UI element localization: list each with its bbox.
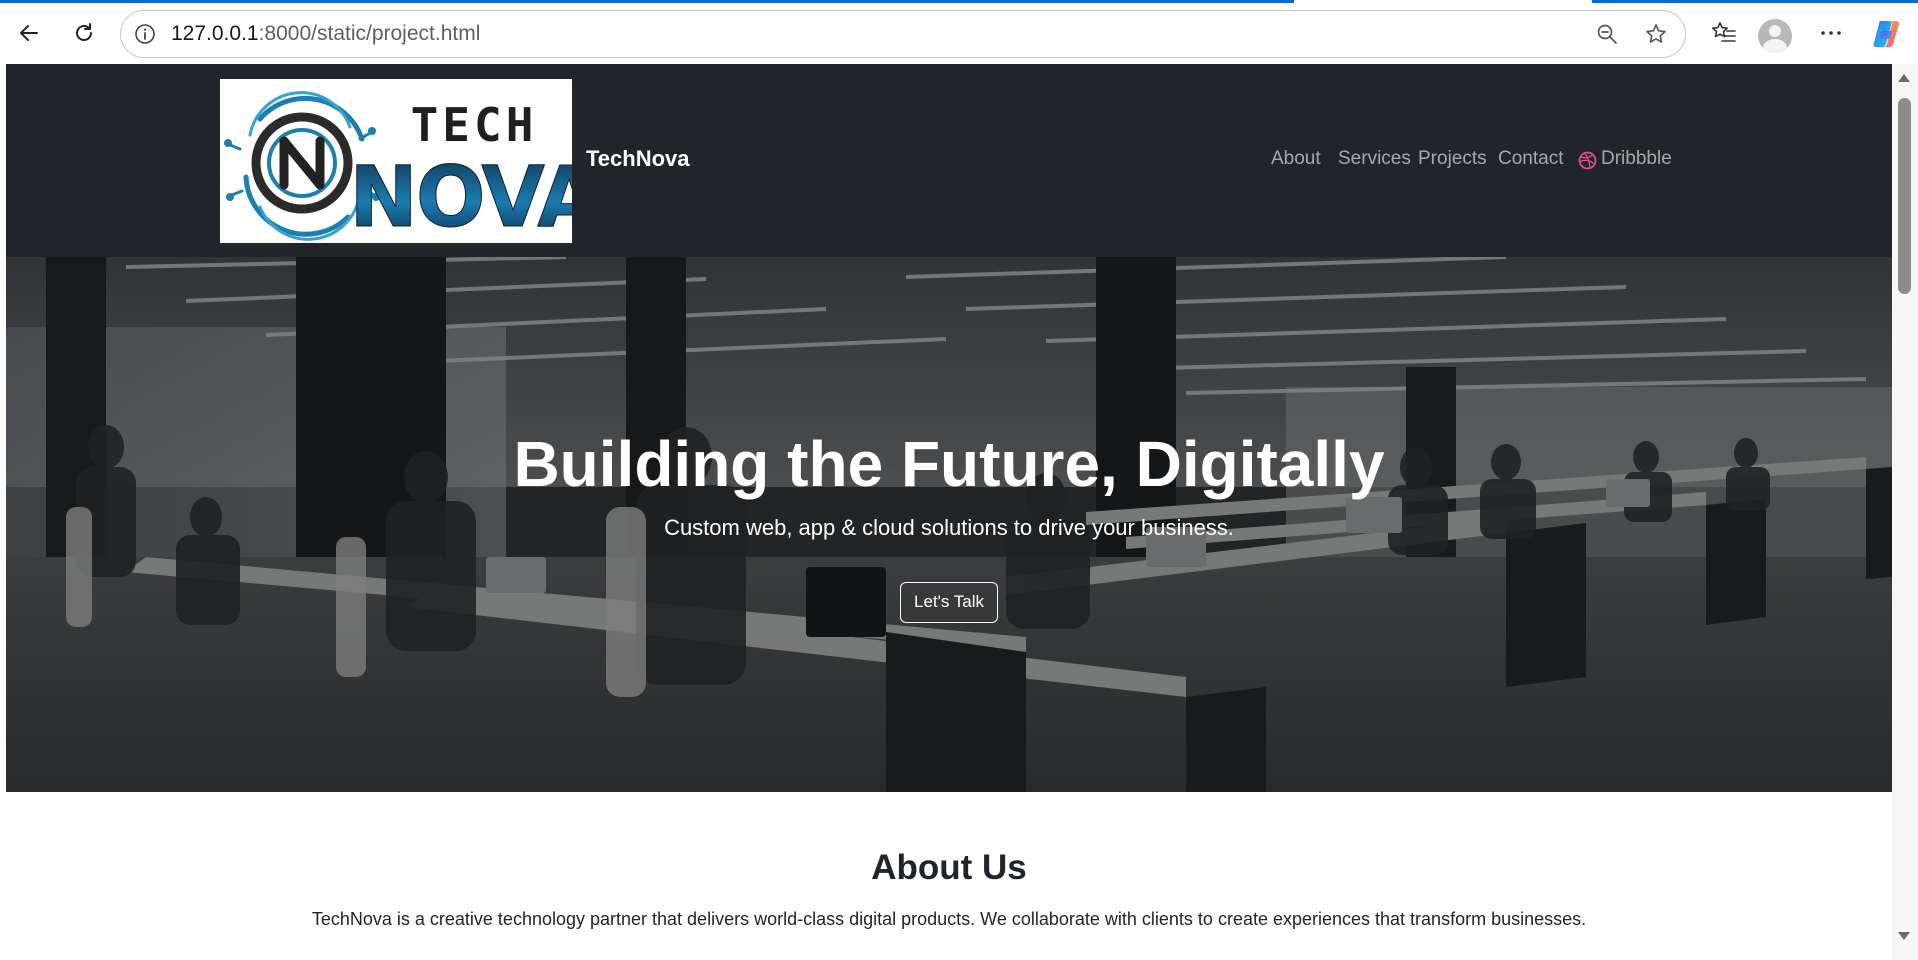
favorite-star-icon[interactable] xyxy=(1644,22,1668,46)
more-menu-button[interactable] xyxy=(1815,17,1847,49)
hero-section: Building the Future, Digitally Custom we… xyxy=(6,257,1892,792)
brand-name[interactable]: TechNova xyxy=(586,146,690,172)
copilot-icon[interactable] xyxy=(1870,17,1904,51)
browser-toolbar: 127.0.0.1:8000/static/project.html xyxy=(0,3,1918,63)
profile-avatar-icon[interactable] xyxy=(1758,19,1792,53)
scroll-down-arrow-icon[interactable] xyxy=(1894,928,1914,944)
nav-link-about[interactable]: About xyxy=(1271,148,1321,170)
favorites-list-icon xyxy=(1712,22,1736,42)
lets-talk-button[interactable]: Let's Talk xyxy=(900,582,998,623)
favorites-button[interactable] xyxy=(1708,17,1740,49)
dribbble-icon[interactable] xyxy=(1578,151,1597,170)
nav-link-projects[interactable]: Projects xyxy=(1418,148,1487,170)
url-path: :8000/static/project.html xyxy=(258,22,481,45)
about-description: TechNova is a creative technology partne… xyxy=(311,909,1587,929)
url-text[interactable]: 127.0.0.1:8000/static/project.html xyxy=(171,11,480,57)
site-navbar: TECH NOVA TechNova About Services Projec… xyxy=(6,64,1892,257)
scroll-up-arrow-icon[interactable] xyxy=(1894,70,1914,86)
logo-tech-text: TECH xyxy=(411,98,538,152)
about-heading: About Us xyxy=(871,848,1027,887)
logo-nova-text: NOVA xyxy=(349,148,572,243)
technova-logo[interactable]: TECH NOVA xyxy=(220,79,572,243)
address-bar[interactable]: 127.0.0.1:8000/static/project.html xyxy=(120,10,1686,58)
url-host: 127.0.0.1 xyxy=(171,22,259,45)
site-info-icon[interactable] xyxy=(133,22,157,46)
hero-subtitle: Custom web, app & cloud solutions to dri… xyxy=(664,515,1234,540)
back-button[interactable] xyxy=(11,15,47,51)
back-arrow-icon xyxy=(20,25,38,41)
zoom-out-icon[interactable] xyxy=(1595,22,1619,46)
reload-icon xyxy=(76,23,92,41)
reload-button[interactable] xyxy=(66,15,102,51)
nav-link-contact[interactable]: Contact xyxy=(1498,148,1563,170)
more-menu-icon xyxy=(1821,31,1841,35)
hero-title: Building the Future, Digitally xyxy=(513,428,1385,500)
technova-logo-graphic: TECH NOVA xyxy=(224,91,572,243)
page-viewport: TECH NOVA TechNova About Services Projec… xyxy=(6,64,1892,960)
nav-link-dribbble[interactable]: Dribbble xyxy=(1601,148,1672,170)
scrollbar-thumb[interactable] xyxy=(1898,98,1911,294)
nav-link-services[interactable]: Services xyxy=(1338,148,1411,170)
